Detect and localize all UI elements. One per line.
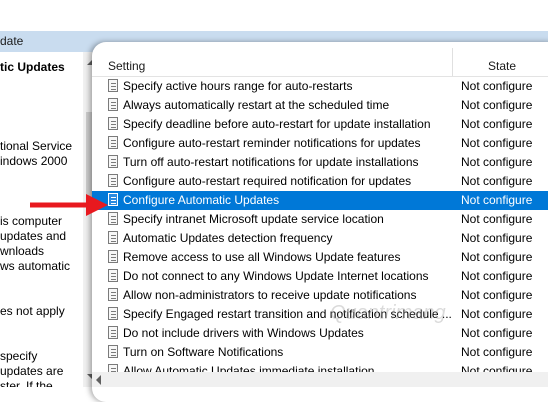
description-line: specify — [0, 349, 38, 363]
description-line: tional Service — [0, 139, 73, 153]
table-row[interactable]: Always automatically restart at the sche… — [92, 96, 548, 115]
setting-name: Automatic Updates detection frequency — [123, 231, 333, 245]
policy-setting-icon — [108, 117, 118, 130]
watermark: Quantrimang — [330, 302, 446, 324]
setting-name: Turn on Software Notifications — [123, 345, 284, 359]
setting-state: Not configure — [461, 231, 533, 245]
scroll-left-arrow-icon[interactable] — [96, 375, 101, 385]
policy-setting-icon — [108, 269, 118, 282]
setting-state: Not configure — [461, 269, 533, 283]
table-row[interactable]: Do not connect to any Windows Update Int… — [92, 267, 548, 286]
description-line: es not apply — [0, 304, 65, 318]
setting-name: Configure Automatic Updates — [123, 193, 280, 207]
description-line: updates are — [0, 364, 64, 378]
setting-name: Turn off auto-restart notifications for … — [123, 155, 419, 169]
setting-name: Specify intranet Microsoft update servic… — [123, 212, 384, 226]
policy-setting-icon — [108, 174, 118, 187]
setting-name: Remove access to use all Windows Update … — [123, 250, 401, 264]
settings-list: Specify active hours range for auto-rest… — [92, 77, 548, 381]
table-row[interactable]: Turn off auto-restart notifications for … — [92, 153, 548, 172]
setting-state: Not configure — [461, 98, 533, 112]
table-row[interactable]: Remove access to use all Windows Update … — [92, 248, 548, 267]
table-row[interactable]: Specify intranet Microsoft update servic… — [92, 210, 548, 229]
policy-setting-icon — [108, 288, 118, 301]
table-row[interactable]: Configure auto-restart required notifica… — [92, 172, 548, 191]
policy-setting-icon — [108, 136, 118, 149]
setting-name: Configure auto-restart required notifica… — [123, 174, 412, 188]
setting-state: Not configure — [461, 174, 533, 188]
horizontal-scrollbar[interactable] — [92, 372, 548, 387]
description-line: ws automatic — [0, 259, 71, 273]
setting-name: Do not connect to any Windows Update Int… — [123, 269, 429, 283]
setting-name: Always automatically restart at the sche… — [123, 98, 390, 112]
setting-name: Specify deadline before auto-restart for… — [123, 117, 431, 131]
policy-setting-icon — [108, 250, 118, 263]
setting-name: Configure auto-restart reminder notifica… — [123, 136, 421, 150]
policy-setting-icon — [108, 326, 118, 339]
table-row[interactable]: Turn on Software Notifications Not config… — [92, 343, 548, 362]
column-header-row: Setting State — [92, 42, 548, 77]
policy-setting-icon — [108, 79, 118, 92]
table-row[interactable]: Allow non-administrators to receive upda… — [92, 286, 548, 305]
policy-setting-icon — [108, 98, 118, 111]
column-divider[interactable] — [452, 48, 453, 76]
setting-state: Not configure — [461, 155, 533, 169]
setting-state: Not configure — [461, 79, 533, 93]
setting-state: Not configure — [461, 212, 533, 226]
column-header-state[interactable]: State — [488, 59, 516, 73]
description-line: ster. If the — [0, 379, 53, 387]
description-line: wnloads — [0, 244, 45, 258]
table-row[interactable]: Specify Engaged restart transition and n… — [92, 305, 548, 324]
setting-state: Not configure — [461, 117, 533, 131]
red-arrow-icon — [30, 194, 108, 216]
policy-setting-icon — [108, 231, 118, 244]
table-row[interactable]: Configure Automatic Updates Not configure — [92, 191, 548, 210]
setting-state: Not configure — [461, 326, 533, 340]
description-line: updates and — [0, 229, 67, 243]
setting-name: Allow non-administrators to receive upda… — [123, 288, 417, 302]
policy-setting-icon — [108, 307, 118, 320]
policy-heading: tic Updates — [0, 60, 65, 74]
table-row[interactable]: Specify active hours range for auto-rest… — [92, 77, 548, 96]
setting-state: Not configure — [461, 193, 533, 207]
table-row[interactable]: Automatic Updates detection frequency Not… — [92, 229, 548, 248]
settings-list-panel: Setting State Specify active hours range… — [92, 42, 548, 402]
policy-setting-icon — [108, 155, 118, 168]
red-arrow-head — [86, 194, 108, 216]
setting-state: Not configure — [461, 307, 533, 321]
setting-state: Not configure — [461, 136, 533, 150]
setting-state: Not configure — [461, 250, 533, 264]
description-line: indows 2000 — [0, 154, 68, 168]
window-title: date — [0, 34, 24, 48]
table-row[interactable]: Do not include drivers with Windows Upda… — [92, 324, 548, 343]
setting-state: Not configure — [461, 288, 533, 302]
table-row[interactable]: Specify deadline before auto-restart for… — [92, 115, 548, 134]
table-row[interactable]: Configure auto-restart reminder notifica… — [92, 134, 548, 153]
setting-name: Specify active hours range for auto-rest… — [123, 79, 353, 93]
setting-name: Do not include drivers with Windows Upda… — [123, 326, 364, 340]
policy-setting-icon — [108, 345, 118, 358]
column-header-setting[interactable]: Setting — [108, 59, 145, 73]
setting-state: Not configure — [461, 345, 533, 359]
